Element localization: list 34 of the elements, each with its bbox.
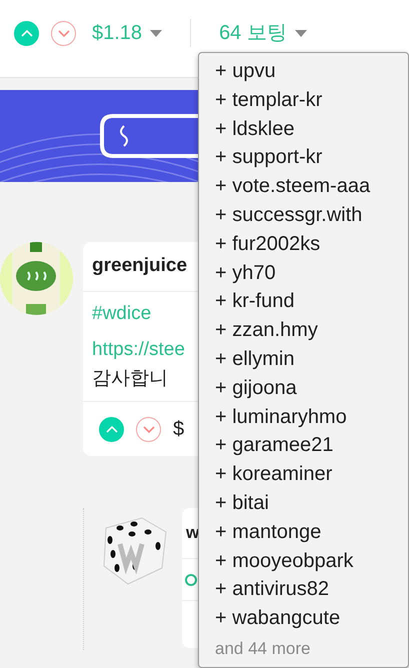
- circle-icon: [185, 574, 197, 586]
- voter-item[interactable]: + kr-fund: [215, 287, 408, 316]
- voter-item[interactable]: + gijoona: [215, 374, 408, 403]
- voter-item[interactable]: + mooyeobpark: [215, 546, 408, 576]
- chevron-down-icon: [142, 424, 156, 434]
- voter-item[interactable]: + support-kr: [215, 143, 408, 172]
- upvote-button[interactable]: [14, 20, 39, 46]
- downvote-button[interactable]: [136, 416, 161, 442]
- chevron-down-icon: [56, 28, 70, 38]
- voter-item[interactable]: + luminaryhmo: [215, 402, 408, 432]
- chevron-up-icon: [104, 424, 118, 434]
- caret-icon: [150, 30, 162, 36]
- upvote-button[interactable]: [99, 416, 124, 442]
- voter-item[interactable]: + vote.steem-aaa: [215, 172, 408, 201]
- caret-icon: [294, 30, 307, 36]
- voter-item[interactable]: + ellymin: [215, 344, 408, 374]
- downvote-button[interactable]: [51, 20, 76, 46]
- voter-item[interactable]: + templar-kr: [215, 86, 408, 115]
- voter-item[interactable]: + successgr.with: [215, 200, 408, 230]
- voter-item[interactable]: + upvu: [215, 57, 408, 86]
- more-voters-text: and 44 more: [215, 638, 312, 660]
- voter-item[interactable]: + bitai: [215, 488, 408, 518]
- voter-item[interactable]: + mantonge: [215, 518, 408, 547]
- post-text: 감사합니: [92, 368, 168, 388]
- voter-item[interactable]: + koreaminer: [215, 460, 408, 489]
- payout-amount[interactable]: $: [173, 414, 184, 444]
- voter-item[interactable]: + ldsklee: [215, 114, 408, 144]
- voter-item[interactable]: + garamee21: [215, 431, 408, 460]
- voter-item[interactable]: + antivirus82: [215, 575, 408, 604]
- chevron-up-icon: [20, 28, 34, 38]
- voter-item[interactable]: + yh70: [215, 258, 408, 288]
- voter-item[interactable]: + wabangcute: [215, 604, 408, 633]
- voter-item[interactable]: + fur2002ks: [215, 230, 408, 259]
- voter-item[interactable]: + zzan.hmy: [215, 316, 408, 345]
